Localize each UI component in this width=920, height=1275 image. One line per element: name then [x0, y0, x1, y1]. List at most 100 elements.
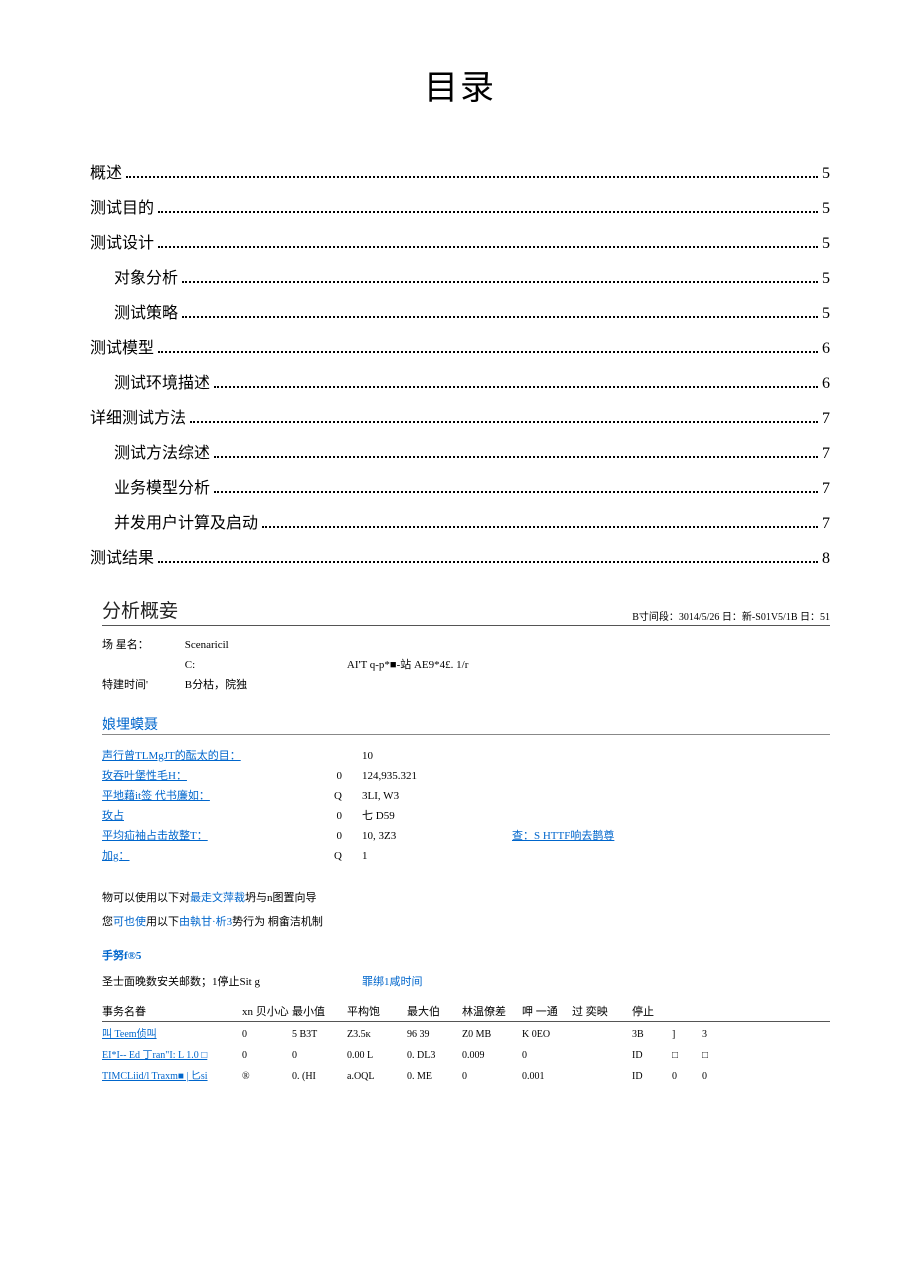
toc-entry[interactable]: 测试结果 8 [90, 544, 830, 568]
toc-page: 8 [822, 550, 830, 568]
caption-right: 罪绑1咸时间 [362, 973, 423, 989]
stat-row: 平均疝袖占击故整T：010, 3Z3 查：S HTTF响去鹊尊 [102, 827, 830, 843]
toc-label: 测试方法综述 [114, 439, 210, 463]
toc-entry[interactable]: 详细测试方法7 [90, 404, 830, 428]
stat-label[interactable]: 玫占 [102, 807, 302, 823]
cell: 0 [292, 1050, 347, 1061]
stat-v0: 0 [302, 830, 362, 842]
cell: 0 [242, 1050, 292, 1061]
cell-name: TIMCLiid/l Traxm■ | 匕si [102, 1067, 242, 1082]
stats-heading: 娘埋蟆聂 [102, 714, 830, 735]
toc-dots [182, 315, 818, 318]
toc-label: 测试目的 [90, 194, 154, 218]
stat-label[interactable]: 平地藉it签 代书廉如： [102, 787, 302, 803]
toc-dots [214, 490, 818, 493]
note-line-2: 您可也使用以下由執甘·析3势行为 桐畲洁机制 [102, 913, 830, 929]
th-name: 事务名眷 [102, 1003, 242, 1019]
toc-label: 测试策略 [114, 299, 178, 323]
cell-name: 叫 Teem侦叫 [102, 1025, 242, 1040]
stat-v1: 124,935.321 [362, 770, 482, 782]
cell-name: EI*I-- Ed 丁ran"I: L 1.0 □ [102, 1046, 242, 1061]
toc-entry[interactable]: 测试设计5 [90, 229, 830, 253]
meta-value: B分枯，院独 [185, 676, 345, 692]
row-link[interactable]: EI*I-- Ed 丁ran"I: L 1.0 □ [102, 1050, 207, 1061]
mini-title: 手努f®5 [102, 947, 830, 963]
toc-entry[interactable]: 测试模型6 [90, 334, 830, 358]
toc-entry[interactable]: 测试策略5 [90, 299, 830, 323]
cell: 0. ME [407, 1071, 462, 1082]
note-link[interactable]: 可也使 [113, 916, 146, 928]
stat-row: 声行曾TLMgJT的酝太的目： 10 [102, 747, 830, 763]
stat-v1: 10 [362, 750, 482, 762]
toc-label: 测试结果 [90, 544, 154, 568]
toc-entry[interactable]: 业务模型分析7 [90, 474, 830, 498]
cell: 3 [702, 1029, 732, 1040]
analysis-title: 分析概妾 [102, 596, 178, 623]
stat-label[interactable]: 平均疝袖占击故整T： [102, 827, 302, 843]
toc-entry[interactable]: 概述5 [90, 159, 830, 183]
stat-label[interactable]: 加g： [102, 847, 302, 863]
cell: 96 39 [407, 1029, 462, 1040]
note-text: 势行为 桐畲洁机制 [232, 916, 323, 928]
toc-label: 测试环境描述 [114, 369, 210, 393]
toc-dots [158, 350, 818, 353]
analysis-section: 分析概妾 B寸间段：3014/5/26 日：新-S01V5/1B 日：51 场 … [90, 596, 830, 1085]
toc-dots [126, 175, 818, 178]
toc-dots [158, 560, 818, 563]
row-link[interactable]: TIMCLiid/l Traxm■ | 匕si [102, 1071, 208, 1082]
stat-v0: Q [302, 790, 362, 802]
toc-label: 测试模型 [90, 334, 154, 358]
th: 停止 [632, 1003, 672, 1019]
row-link[interactable]: 叫 Teem侦叫 [102, 1029, 157, 1040]
cell: ® [242, 1071, 292, 1082]
toc-page: 7 [822, 445, 830, 463]
toc-label: 对象分析 [114, 264, 178, 288]
table-row: EI*I-- Ed 丁ran"I: L 1.0 □000.00 L0. DL30… [102, 1043, 830, 1064]
toc-page: 5 [822, 165, 830, 183]
toc-entry[interactable]: 测试目的5 [90, 194, 830, 218]
cell: ID [632, 1050, 672, 1061]
cell: 5 B3T [292, 1029, 347, 1040]
stat-row: 平地藉it签 代书廉如：Q3LI, W3 [102, 787, 830, 803]
table-header: 事务名眷 xn 贝小心 最小值 平构饱 最大伯 林温僚差 呷 一通 过 奕映 停… [102, 1003, 830, 1022]
stat-v1: 3LI, W3 [362, 790, 482, 802]
cell: □ [672, 1050, 702, 1061]
stat-row: 玫吞叶堡性毛H：0124,935.321 [102, 767, 830, 783]
stat-row: 玫占0七 D59 [102, 807, 830, 823]
cell: 0 [522, 1050, 572, 1061]
note-link[interactable]: 最走文萍裁 [190, 892, 245, 904]
th: 平构饱 [347, 1003, 407, 1019]
analysis-subtitle: B寸间段：3014/5/26 日：新-S01V5/1B 日：51 [632, 608, 830, 623]
stat-label[interactable]: 玫吞叶堡性毛H： [102, 767, 302, 783]
toc-label: 测试设计 [90, 229, 154, 253]
cell: Z3.5ᴋ [347, 1029, 407, 1040]
stat-v0: Q [302, 850, 362, 862]
toc-entry[interactable]: 并发用户计算及启动7 [90, 509, 830, 533]
analysis-header: 分析概妾 B寸间段：3014/5/26 日：新-S01V5/1B 日：51 [102, 596, 830, 626]
toc-dots [190, 420, 818, 423]
toc-entry[interactable]: 测试环境描述6 [90, 369, 830, 393]
toc-label: 业务模型分析 [114, 474, 210, 498]
note-text: 您 [102, 916, 113, 928]
cell: 0 [462, 1071, 522, 1082]
meta-time: 特建时间' B分枯，院独 [102, 676, 830, 692]
cell: 0. (HI [292, 1071, 347, 1082]
toc-entry[interactable]: 测试方法综述 7 [90, 439, 830, 463]
table-body: 叫 Teem侦叫05 B3TZ3.5ᴋ96 39Z0 MBK 0EO3B]3EI… [102, 1022, 830, 1085]
stat-label[interactable]: 声行曾TLMgJT的酝太的目： [102, 747, 302, 763]
cell: □ [702, 1050, 732, 1061]
stat-v1: 10, 3Z3 [362, 830, 482, 842]
toc-dots [158, 210, 818, 213]
meta-value: C: [185, 659, 345, 671]
dual-caption: 圣士面晚数安关邮数；1停止Sit g 罪绑1咸时间 [102, 973, 830, 989]
caption-left: 圣士面晚数安关邮数；1停止Sit g [102, 973, 362, 989]
meta-scenario: 场 星名： Scenaricil [102, 636, 830, 652]
note-link[interactable]: 由執甘·析3 [179, 916, 232, 928]
toc-dots [214, 385, 818, 388]
cell: 0.001 [522, 1071, 572, 1082]
note-line-1: 物可以使用以下对最走文萍裁坍与n图置向导 [102, 889, 830, 905]
cell: 3B [632, 1029, 672, 1040]
cell: 0.009 [462, 1050, 522, 1061]
toc-entry[interactable]: 对象分析5 [90, 264, 830, 288]
stat-link[interactable]: 查：S HTTF响去鹊尊 [512, 827, 614, 843]
